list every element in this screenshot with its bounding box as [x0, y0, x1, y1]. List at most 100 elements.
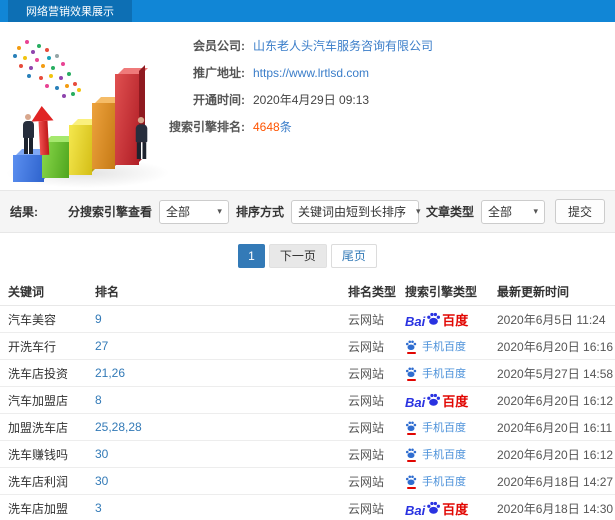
page-title-tab[interactable]: 网络营销效果展示	[8, 0, 132, 22]
updated-time-cell: 2020年6月20日 16:11	[497, 420, 613, 435]
baidu-paw-icon	[426, 311, 441, 329]
rank-link[interactable]: 3	[95, 501, 348, 515]
titlebar: 网络营销效果展示	[0, 0, 615, 22]
mobile-baidu-badge[interactable]: 手机百度	[405, 473, 466, 489]
engine-type-cell: Bai 百度	[405, 473, 497, 489]
bar-chart-illustration	[5, 30, 175, 188]
mobile-baidu-paw-icon	[405, 366, 417, 381]
result-section-label: 结果:	[10, 205, 38, 219]
rank-link[interactable]: 27	[95, 339, 348, 353]
col-updated: 最新更新时间	[497, 285, 570, 299]
updated-time-cell: 2020年6月20日 16:16	[497, 339, 614, 354]
rank-type-cell: 云网站	[348, 312, 385, 327]
sort-filter-label: 排序方式	[235, 205, 284, 219]
rank-count: 4648	[253, 120, 280, 134]
engine-rank-value: 4648条	[253, 120, 292, 134]
type-filter-value: 全部	[487, 205, 512, 219]
type-filter-select[interactable]: 全部 ▾	[480, 199, 545, 224]
last-page-button[interactable]: 尾页	[330, 243, 377, 268]
opened-time-value: 2020年4月29日 09:13	[253, 93, 370, 107]
rank-link[interactable]: 21,26	[95, 366, 348, 380]
page-title: 网络营销效果展示	[26, 6, 114, 18]
updated-time-cell: 2020年6月20日 16:12	[497, 393, 614, 408]
table-header-row: 关键词 排名 排名类型 搜索引擎类型 最新更新时间	[0, 278, 615, 306]
rank-link[interactable]: 9	[95, 312, 348, 326]
rank-link[interactable]: 8	[95, 393, 348, 407]
mobile-baidu-paw-icon	[405, 339, 417, 354]
rank-link[interactable]: 30	[95, 447, 348, 461]
promo-url-link[interactable]: https://www.lrtlsd.com	[253, 66, 369, 80]
submit-button[interactable]: 提交	[554, 199, 605, 224]
mobile-baidu-badge[interactable]: 手机百度	[405, 419, 466, 435]
pagination: 1 下一页 尾页	[0, 233, 615, 278]
rank-link[interactable]: 30	[95, 474, 348, 488]
col-rank-type: 排名类型	[348, 285, 397, 299]
rank-type-cell: 云网站	[348, 339, 385, 354]
keyword-cell: 汽车加盟店	[8, 393, 69, 408]
mobile-baidu-badge[interactable]: 手机百度	[405, 446, 466, 462]
page-number-current[interactable]: 1	[238, 243, 265, 268]
table-row: 洗车赚钱吗 30 云网站 Bai 百度	[0, 441, 615, 468]
keyword-cell: 开洗车行	[8, 339, 57, 354]
table-row: 洗车店利润 30 云网站 Bai 百度	[0, 468, 615, 495]
rank-type-cell: 云网站	[348, 474, 385, 489]
keyword-cell: 加盟洗车店	[8, 420, 69, 435]
baidu-logo[interactable]: Bai 百度	[405, 391, 468, 410]
rank-link[interactable]: 25,28,28	[95, 420, 348, 434]
baidu-logo[interactable]: Bai 百度	[405, 499, 468, 518]
mobile-baidu-badge[interactable]: 手机百度	[405, 338, 466, 354]
engine-type-cell: Bai 百度	[405, 391, 497, 410]
filter-controls: 分搜索引擎查看 全部 ▾ 排序方式 关键词由短到长排序 ▾ 文章类型 全部 ▾ …	[68, 199, 605, 224]
rank-type-cell: 云网站	[348, 447, 385, 462]
mobile-baidu-label: 手机百度	[422, 368, 466, 380]
engine-type-cell: Bai 百度	[405, 419, 497, 435]
engine-type-cell: Bai 百度	[405, 446, 497, 462]
mobile-baidu-badge[interactable]: 手机百度	[405, 365, 466, 381]
chevron-down-icon: ▾	[217, 206, 222, 216]
mobile-baidu-label: 手机百度	[422, 476, 466, 488]
rank-type-cell: 云网站	[348, 393, 385, 408]
updated-time-cell: 2020年6月5日 11:24	[497, 312, 606, 327]
confetti-dots	[7, 40, 11, 44]
rank-type-cell: 云网站	[348, 420, 385, 435]
keyword-cell: 洗车赚钱吗	[8, 447, 69, 462]
mobile-baidu-label: 手机百度	[422, 341, 466, 353]
sort-filter-select[interactable]: 关键词由短到长排序 ▾	[290, 199, 421, 224]
businessman-figure-right	[134, 117, 149, 159]
table-row: 洗车店加盟 3 云网站 Bai 百度 2020年6月18日 14:30	[0, 495, 615, 520]
engine-type-cell: Bai 百度	[405, 499, 497, 518]
updated-time-cell: 2020年5月27日 14:58	[497, 366, 614, 381]
businessman-figure-left	[21, 114, 35, 154]
col-keyword: 关键词	[8, 285, 45, 299]
illustration-bar-yellow	[69, 125, 92, 175]
table-row: 汽车美容 9 云网站 Bai 百度 2020年6月5日 11:24	[0, 306, 615, 333]
updated-time-cell: 2020年6月18日 14:27	[497, 474, 614, 489]
chevron-down-icon: ▾	[415, 206, 421, 216]
table-row: 开洗车行 27 云网站 Bai 百度	[0, 333, 615, 360]
updated-time-cell: 2020年6月18日 14:30	[497, 501, 614, 516]
mobile-baidu-label: 手机百度	[422, 422, 466, 434]
table-row: 汽车加盟店 8 云网站 Bai 百度 2020年6月20日 16:12	[0, 387, 615, 414]
table-body: 汽车美容 9 云网站 Bai 百度 2020年6月5日 11:24 开洗车行 2…	[0, 306, 615, 520]
col-engine-type: 搜索引擎类型	[405, 285, 478, 299]
engine-filter-select[interactable]: 全部 ▾	[158, 199, 229, 224]
baidu-paw-icon	[426, 500, 441, 518]
engine-type-cell: Bai 百度	[405, 310, 497, 329]
sort-filter-value: 关键词由短到长排序	[297, 205, 406, 219]
filter-bar: 结果: 分搜索引擎查看 全部 ▾ 排序方式 关键词由短到长排序 ▾ 文章类型 全…	[0, 190, 615, 233]
updated-time-cell: 2020年6月20日 16:12	[497, 447, 614, 462]
company-link[interactable]: 山东老人头汽车服务咨询有限公司	[253, 39, 433, 53]
rank-unit[interactable]: 条	[280, 120, 292, 134]
mobile-baidu-paw-icon	[405, 420, 417, 435]
keyword-cell: 汽车美容	[8, 312, 57, 327]
baidu-paw-icon	[426, 392, 441, 410]
keyword-cell: 洗车店加盟	[8, 501, 69, 516]
type-filter-label: 文章类型	[425, 205, 474, 219]
mobile-baidu-label: 手机百度	[422, 449, 466, 461]
col-rank: 排名	[95, 285, 120, 299]
illustration-bar-blue	[13, 155, 44, 182]
next-page-button[interactable]: 下一页	[268, 243, 327, 268]
mobile-baidu-paw-icon	[405, 447, 417, 462]
mobile-baidu-paw-icon	[405, 474, 417, 489]
baidu-logo[interactable]: Bai 百度	[405, 310, 468, 329]
